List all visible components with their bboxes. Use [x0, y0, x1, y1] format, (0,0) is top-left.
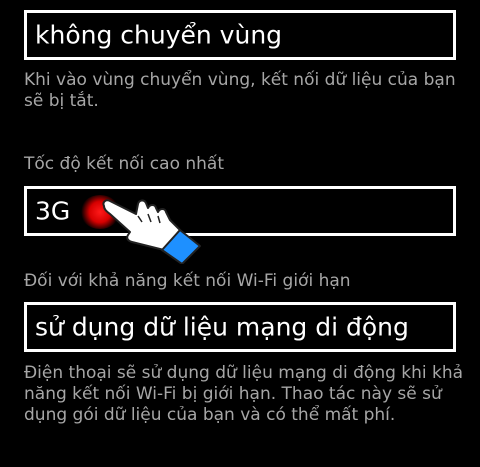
- hand-pointer-icon: [102, 199, 201, 264]
- wifi-limited-label: Đối với khả năng kết nối Wi-Fi giới hạn: [24, 271, 351, 291]
- wifi-limited-description: Điện thoại sẽ sử dụng dữ liệu mạng di độ…: [24, 363, 464, 425]
- speed-select-value: 3G: [35, 196, 71, 226]
- speed-label: Tốc độ kết nối cao nhất: [24, 154, 225, 174]
- roaming-select-value: không chuyển vùng: [35, 20, 283, 50]
- wifi-limited-select[interactable]: sử dụng dữ liệu mạng di động: [24, 302, 456, 352]
- wifi-limited-select-value: sử dụng dữ liệu mạng di động: [35, 312, 409, 342]
- roaming-select[interactable]: không chuyển vùng: [24, 10, 456, 60]
- roaming-description: Khi vào vùng chuyển vùng, kết nối dữ liệ…: [24, 70, 456, 111]
